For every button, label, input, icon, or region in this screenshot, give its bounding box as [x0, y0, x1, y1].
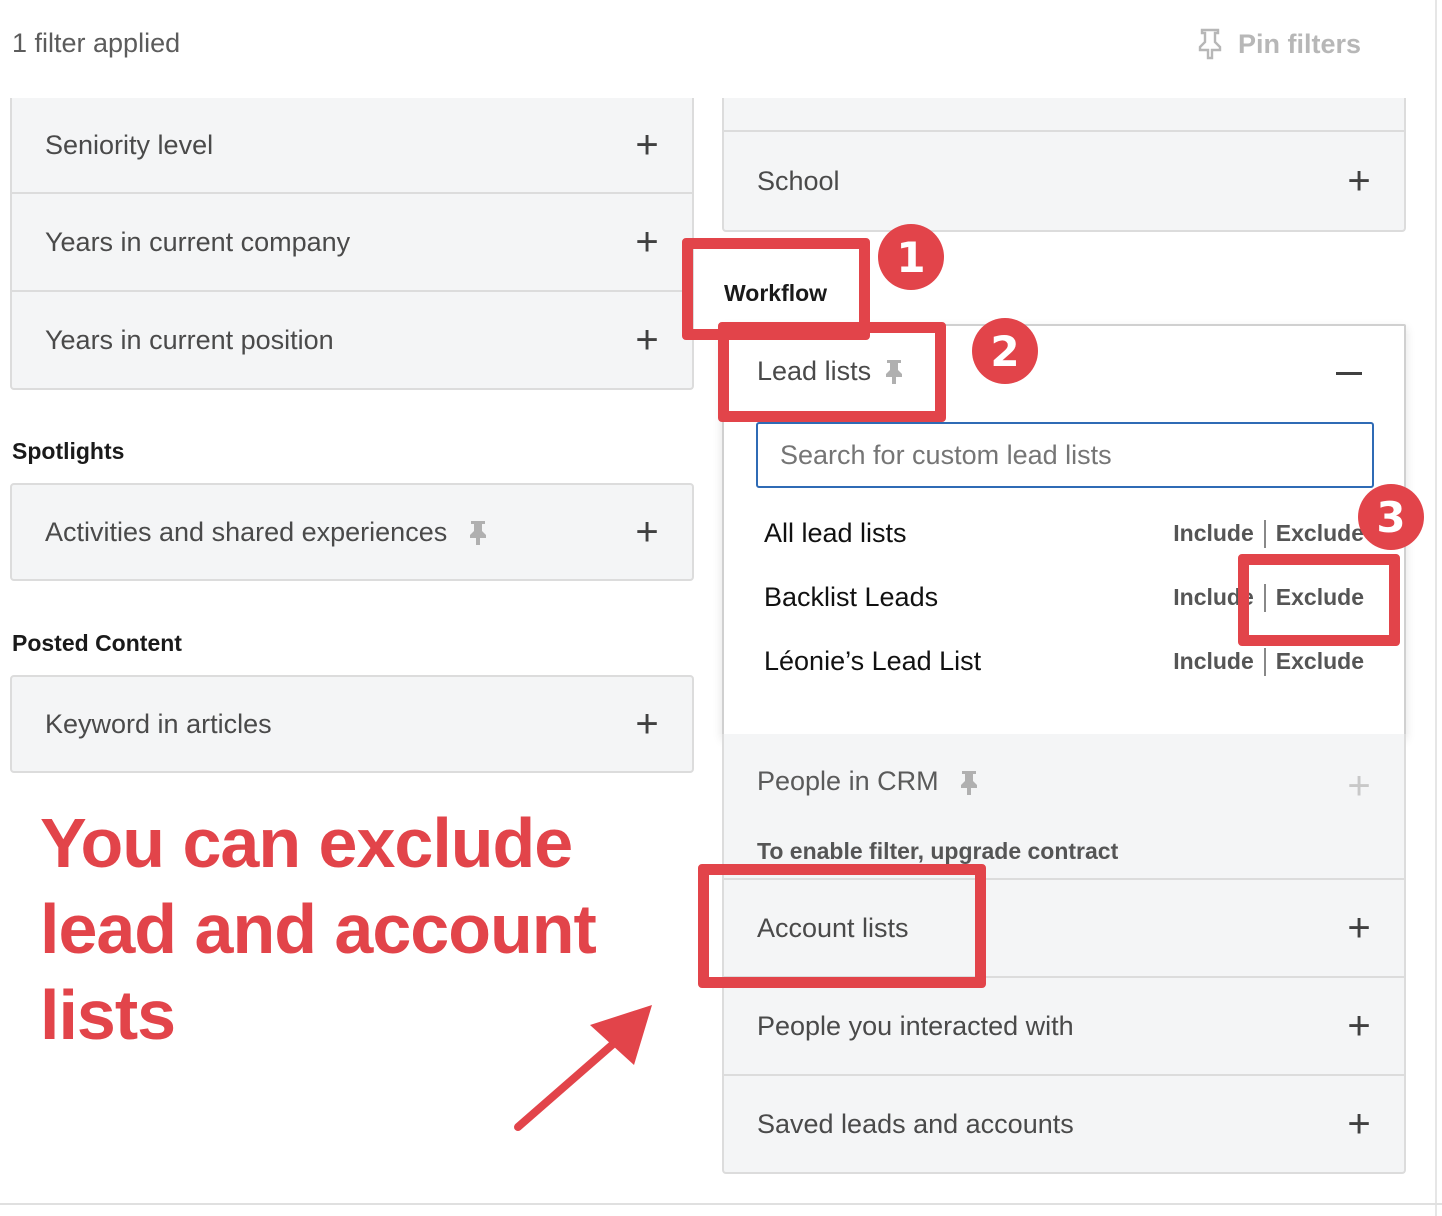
left-filter-panel: Seniority level + Years in current compa…	[10, 98, 694, 390]
plus-icon[interactable]: +	[632, 512, 662, 552]
highlight-box-exclude	[1238, 554, 1400, 646]
plus-icon[interactable]: +	[632, 704, 662, 744]
filter-row-keyword-articles[interactable]: Keyword in articles +	[12, 677, 692, 771]
plus-icon[interactable]: +	[632, 222, 662, 262]
collapse-minus-icon[interactable]	[1336, 372, 1362, 375]
plus-icon[interactable]: +	[1344, 1104, 1374, 1144]
section-title-spotlights: Spotlights	[12, 438, 125, 464]
pin-filters-button[interactable]: Pin filters	[1196, 28, 1361, 60]
filter-label: Years in current company	[45, 226, 351, 257]
filter-label: Seniority level	[45, 129, 214, 160]
separator	[1263, 647, 1266, 676]
step-badge-1: 1	[878, 224, 944, 290]
spotlights-panel: Activities and shared experiences +	[10, 483, 694, 581]
plus-icon[interactable]: +	[632, 125, 662, 165]
plus-icon[interactable]: +	[1344, 161, 1374, 201]
list-item-name: Backlist Leads	[764, 582, 939, 612]
pin-icon	[961, 770, 978, 795]
filter-label: Years in current position	[45, 324, 334, 355]
filter-row-years-position[interactable]: Years in current position +	[12, 292, 692, 388]
section-title-posted-content: Posted Content	[12, 630, 182, 656]
list-item-name: Léonie’s Lead List	[764, 646, 982, 676]
filter-row-school[interactable]: School +	[724, 132, 1404, 230]
filter-label: Saved leads and accounts	[757, 1108, 1074, 1139]
filter-row-years-company[interactable]: Years in current company +	[12, 194, 692, 292]
posted-content-panel: Keyword in articles +	[10, 675, 694, 773]
filter-row-hidden[interactable]	[724, 98, 1404, 132]
include-button[interactable]: Include	[1173, 648, 1254, 675]
plus-icon[interactable]: +	[1344, 908, 1374, 948]
filter-row-seniority[interactable]: Seniority level +	[12, 98, 692, 194]
exclude-button[interactable]: Exclude	[1276, 648, 1364, 675]
list-item: Léonie’s Lead List Include Exclude	[764, 646, 1364, 677]
filter-row-activities[interactable]: Activities and shared experiences +	[12, 485, 692, 579]
step-badge-3: 3	[1358, 484, 1424, 550]
highlight-box-lead-lists	[718, 322, 946, 422]
upgrade-note: To enable filter, upgrade contract	[757, 837, 1119, 864]
pin-icon	[1198, 28, 1222, 60]
pin-filters-label: Pin filters	[1238, 28, 1362, 59]
search-lead-lists-input[interactable]	[756, 422, 1374, 488]
callout-arrow-icon	[514, 1005, 652, 1131]
filter-label: Activities and shared experiences	[45, 516, 448, 547]
plus-icon: +	[1347, 764, 1371, 808]
separator	[1263, 519, 1266, 548]
pin-icon	[469, 521, 486, 546]
callout-line-1: You can exclude	[40, 804, 573, 882]
filter-row-saved-leads[interactable]: Saved leads and accounts +	[724, 1076, 1404, 1172]
right-top-panel: School +	[722, 98, 1406, 232]
plus-icon[interactable]: +	[1344, 1006, 1374, 1046]
list-item-name: All lead lists	[764, 518, 907, 548]
filter-row-people-interacted[interactable]: People you interacted with +	[724, 978, 1404, 1076]
right-divider	[1435, 0, 1437, 1216]
list-item: All lead lists Include Exclude	[764, 518, 1364, 549]
filter-label: People in CRM	[757, 766, 939, 796]
include-button[interactable]: Include	[1173, 520, 1254, 547]
callout-line-2: lead and account	[40, 890, 597, 968]
step-badge-2: 2	[972, 318, 1038, 384]
filter-row-people-crm: People in CRM + To enable filter, upgrad…	[724, 734, 1404, 880]
filter-label: Keyword in articles	[45, 708, 272, 739]
filter-status: 1 filter applied	[12, 28, 181, 58]
plus-icon[interactable]: +	[632, 320, 662, 360]
exclude-button[interactable]: Exclude	[1276, 520, 1364, 547]
filter-label: People you interacted with	[757, 1010, 1074, 1041]
bottom-divider	[0, 1203, 1442, 1205]
filter-label: School	[757, 165, 840, 196]
highlight-box-account-lists	[698, 864, 986, 988]
